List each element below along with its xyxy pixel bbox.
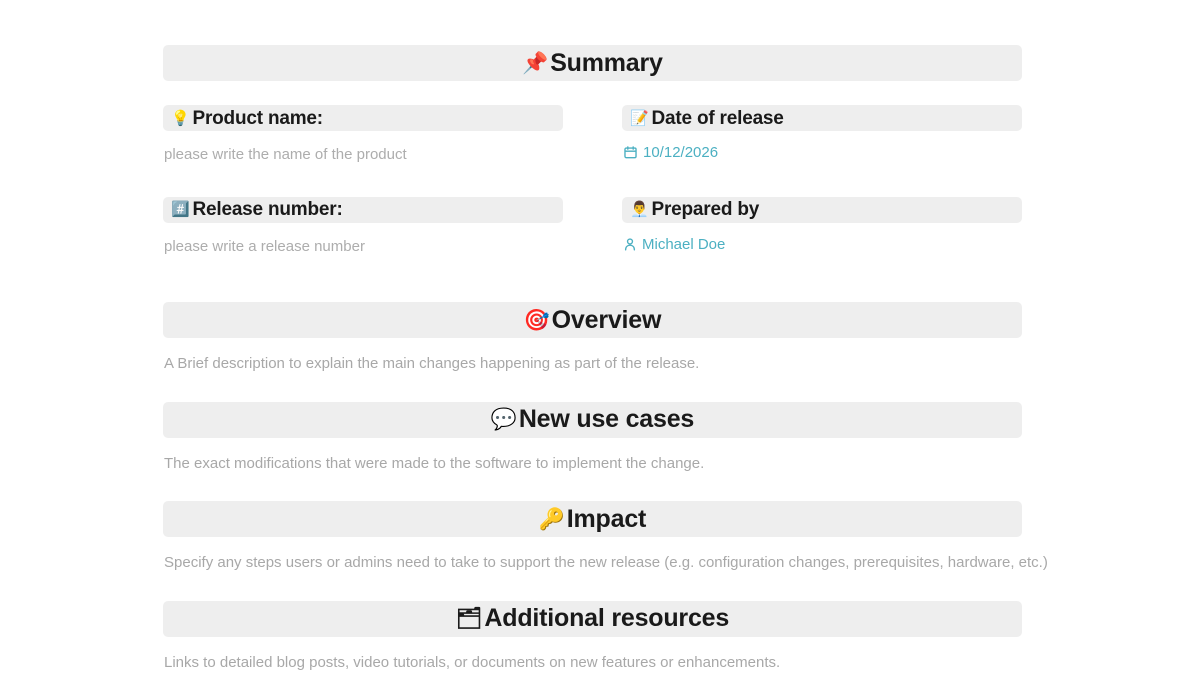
impact-title-text: Impact (566, 504, 647, 533)
product-name-label-text: Product name: (192, 107, 323, 129)
release-number-field: #️⃣ Release number: please write a relea… (163, 196, 563, 257)
prepared-by-label-text: Prepared by (651, 199, 760, 220)
product-name-label: 💡 Product name: (171, 109, 323, 128)
impact-header-bar: 🔑 Impact (163, 501, 1022, 537)
impact-title: 🔑 Impact (538, 504, 647, 533)
person-icon (624, 237, 636, 251)
summary-title: 📌 Summary (522, 48, 663, 77)
product-name-header-bar: 💡 Product name: (163, 105, 563, 131)
new-use-cases-description[interactable]: The exact modifications that were made t… (163, 454, 1022, 474)
prepared-by-field: 👨‍💼 Prepared by Michael Doe (622, 196, 1022, 257)
card-index-dividers-icon: 🗂 (455, 607, 483, 630)
pushpin-icon: 📌 (522, 51, 549, 75)
prepared-by-value[interactable]: Michael Doe (622, 237, 1022, 252)
additional-resources-section: 🗂 Additional resources Links to detailed… (163, 600, 1022, 673)
release-number-input[interactable]: please write a release number (163, 237, 563, 257)
speech-balloon-icon: 💬 (490, 408, 517, 431)
new-use-cases-section: 💬 New use cases The exact modifications … (163, 401, 1022, 474)
date-of-release-value[interactable]: 10/12/2026 (622, 145, 1022, 160)
overview-title-text: Overview (551, 305, 662, 334)
date-of-release-field: 📝 Date of release 10/12/2026 (622, 105, 1022, 165)
release-number-header-bar: #️⃣ Release number: (163, 196, 563, 223)
impact-section: 🔑 Impact Specify any steps users or admi… (163, 501, 1048, 573)
light-bulb-icon: 💡 (171, 109, 190, 127)
memo-icon: 📝 (630, 109, 649, 127)
date-of-release-header-bar: 📝 Date of release (622, 105, 1022, 131)
additional-resources-title: 🗂 Additional resources (456, 606, 729, 631)
release-number-label: #️⃣ Release number: (171, 200, 343, 219)
hash-key-icon: #️⃣ (171, 201, 190, 218)
additional-resources-title-text: Additional resources (484, 604, 730, 632)
date-of-release-label: 📝 Date of release (630, 109, 784, 128)
release-number-label-text: Release number: (192, 199, 343, 220)
summary-title-text: Summary (550, 48, 663, 77)
new-use-cases-header-bar: 💬 New use cases (163, 401, 1022, 438)
product-name-field: 💡 Product name: please write the name of… (163, 105, 563, 165)
overview-title: 🎯 Overview (523, 305, 662, 334)
key-icon: 🔑 (538, 507, 565, 531)
impact-description[interactable]: Specify any steps users or admins need t… (163, 553, 1048, 573)
calendar-icon (624, 146, 637, 159)
date-of-release-label-text: Date of release (651, 107, 784, 129)
release-notes-document: 📌 Summary 💡 Product name: please write t… (0, 0, 1200, 700)
prepared-by-label: 👨‍💼 Prepared by (630, 200, 759, 219)
new-use-cases-title-text: New use cases (518, 405, 695, 433)
direct-hit-icon: 🎯 (523, 308, 550, 332)
summary-row-two: #️⃣ Release number: please write a relea… (163, 196, 1022, 257)
overview-section: 🎯 Overview A Brief description to explai… (163, 302, 1022, 374)
office-worker-icon: 👨‍💼 (630, 201, 649, 218)
prepared-by-header-bar: 👨‍💼 Prepared by (622, 196, 1022, 223)
new-use-cases-title: 💬 New use cases (491, 407, 694, 432)
summary-row-one: 💡 Product name: please write the name of… (163, 105, 1022, 165)
overview-header-bar: 🎯 Overview (163, 302, 1022, 338)
product-name-input[interactable]: please write the name of the product (163, 145, 563, 165)
prepared-by-text: Michael Doe (642, 235, 726, 253)
additional-resources-description[interactable]: Links to detailed blog posts, video tuto… (163, 653, 1022, 673)
overview-description[interactable]: A Brief description to explain the main … (163, 354, 1022, 374)
date-of-release-text: 10/12/2026 (643, 144, 719, 161)
summary-header-bar: 📌 Summary (163, 45, 1022, 81)
additional-resources-header-bar: 🗂 Additional resources (163, 600, 1022, 637)
